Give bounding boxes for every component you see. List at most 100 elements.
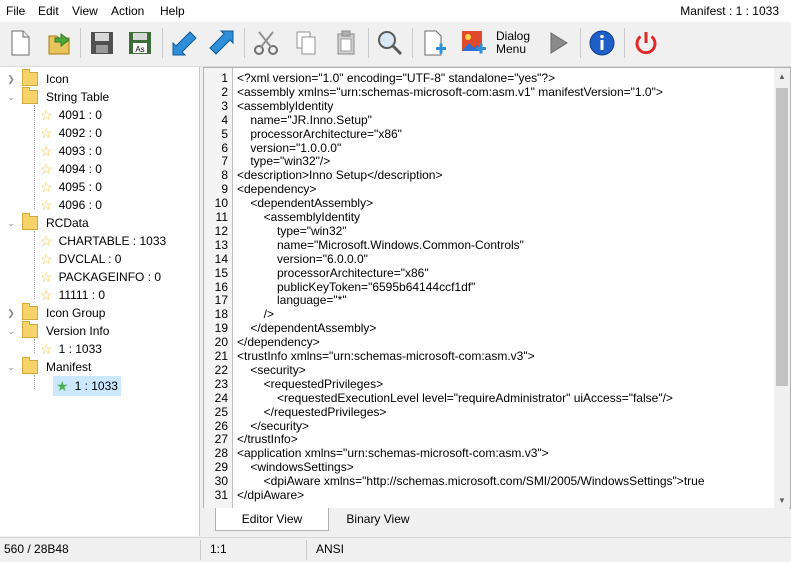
line-number: 25 [214,404,228,419]
vertical-scrollbar[interactable]: ▲ ▼ [774,68,790,508]
code-line: <assemblyIdentity [237,98,334,113]
scrollbar-thumb[interactable] [776,88,788,386]
expand-arrow-icon[interactable]: ❯ [6,74,16,84]
exit-button[interactable] [630,26,662,60]
tree-node-label: 11111 : 0 [58,288,106,302]
collapse-arrow-icon[interactable]: ⌄ [6,326,16,336]
code-line: version="6.0.0.0" [237,251,368,266]
code-line: <dpiAware xmlns="http://schemas.microsof… [237,474,705,489]
line-number: 1 [221,71,228,85]
scroll-up-arrow-icon[interactable]: ▲ [774,68,790,84]
tree-node-version-1-1033[interactable]: ☆ 1 : 1033 [40,340,102,358]
tree-node-packageinfo[interactable]: ☆ PACKAGEINFO : 0 [40,268,161,286]
code-text-area[interactable]: <?xml version="1.0" encoding="UTF-8" sta… [237,68,769,508]
dialog-menu-button[interactable]: Dialog Menu [496,26,532,60]
tree-node-chartable[interactable]: ☆ CHARTABLE : 1033 [40,232,166,250]
tree-node-label: Manifest [46,360,92,374]
folder-icon [22,69,38,86]
folder-icon [22,303,38,320]
about-button[interactable] [586,26,618,60]
tree-node-string-table[interactable]: ⌄ String Table [6,87,109,106]
line-number-gutter: 1 2 3 4 5 6 7 8 9 10 11 12 13 14 15 16 17 18 19 20 21 22 23 24 2… [204,68,233,508]
tab-binary-view[interactable]: Binary View [333,508,423,530]
tree-node-4093[interactable]: ☆ 4093 : 0 [40,142,102,160]
tree-node-dvclal[interactable]: ☆ DVCLAL : 0 [40,250,121,268]
view-tabs: Editor View Binary View [203,508,789,534]
menu-view[interactable]: View [72,4,98,18]
line-number: 11 [215,210,228,224]
tab-label: Binary View [346,512,410,526]
toolbar-separator [368,28,369,58]
play-icon [550,32,568,54]
code-line: </security> [237,418,310,433]
scroll-down-arrow-icon[interactable]: ▼ [774,492,790,508]
find-button[interactable] [374,26,406,60]
tab-editor-view[interactable]: Editor View [215,508,329,531]
star-icon: ☆ [40,269,53,285]
tree-node-4096[interactable]: ☆ 4096 : 0 [40,196,102,214]
code-editor[interactable]: 1 2 3 4 5 6 7 8 9 10 11 12 13 14 15 16 17 18 19 20 21 22 23 24 2… [203,67,791,509]
tree-node-label: 4095 : 0 [58,180,102,194]
toolbar-separator [80,28,81,58]
tree-node-version-info[interactable]: ⌄ Version Info [6,321,109,340]
tree-node-icon[interactable]: ❯ Icon [6,69,69,88]
line-number: 18 [214,307,228,322]
code-line: <trustInfo xmlns="urn:schemas-microsoft-… [237,349,535,363]
import-button[interactable] [168,26,200,60]
tree-guide [34,231,35,299]
tree-node-4095[interactable]: ☆ 4095 : 0 [40,178,102,196]
run-button[interactable] [542,26,574,60]
menu-help[interactable]: Help [160,4,185,18]
open-folder-icon [48,33,70,55]
star-icon: ★ [56,378,69,394]
copy-button[interactable] [290,26,322,60]
paste-button[interactable] [330,26,362,60]
collapse-arrow-icon[interactable]: ⌄ [6,92,16,102]
line-number: 16 [214,279,228,294]
new-file-icon [11,30,30,56]
code-line: </requestedPrivileges> [237,404,387,419]
tree-node-4091[interactable]: ☆ 4091 : 0 [40,106,102,124]
arrow-down-left-icon [172,31,197,56]
magnifier-icon [378,31,403,56]
tree-node-label: 1 : 1033 [74,379,118,393]
code-line: type="win32"/> [237,154,331,169]
status-bar: 560 / 28B48 1:1 ANSI [0,537,791,562]
arrow-up-right-icon [209,30,234,55]
line-number: 19 [214,321,228,336]
tree-node-icon-group[interactable]: ❯ Icon Group [6,303,105,322]
line-number: 22 [214,362,228,377]
tree-node-4092[interactable]: ☆ 4092 : 0 [40,124,102,142]
line-number: 10 [214,196,228,211]
open-button[interactable] [44,26,76,60]
tree-node-manifest[interactable]: ⌄ Manifest [6,357,92,376]
code-line: <dependency> [237,182,317,197]
expand-arrow-icon[interactable]: ❯ [6,308,16,318]
code-line: /> [237,307,275,322]
menu-file[interactable]: File [6,4,25,18]
menu-action[interactable]: Action [111,4,144,18]
add-image-resource-button[interactable] [458,26,490,60]
code-line: <description>Inno Setup</description> [237,168,443,183]
collapse-arrow-icon[interactable]: ⌄ [6,362,16,372]
line-number: 27 [214,432,228,447]
scissors-icon [254,31,278,55]
line-number: 9 [221,182,228,197]
tree-node-manifest-1-1033[interactable]: ★ 1 : 1033 [53,376,121,396]
save-as-button[interactable]: As [124,26,156,60]
tree-node-11111[interactable]: ☆ 11111 : 0 [40,286,105,304]
new-button[interactable] [4,26,36,60]
status-size: 560 / 28B48 [4,542,69,556]
add-blank-resource-button[interactable] [418,26,450,60]
save-button[interactable] [86,26,118,60]
status-encoding: ANSI [316,542,345,556]
cut-button[interactable] [250,26,282,60]
tree-node-rcdata[interactable]: ⌄ RCData [6,213,89,232]
tree-node-4094[interactable]: ☆ 4094 : 0 [40,160,102,178]
line-number: 5 [221,126,228,141]
collapse-arrow-icon[interactable]: ⌄ [6,218,16,228]
code-line: </dpiAware> [237,488,305,502]
code-line: </dependentAssembly> [237,321,377,336]
export-button[interactable] [206,26,238,60]
menu-edit[interactable]: Edit [38,4,59,18]
